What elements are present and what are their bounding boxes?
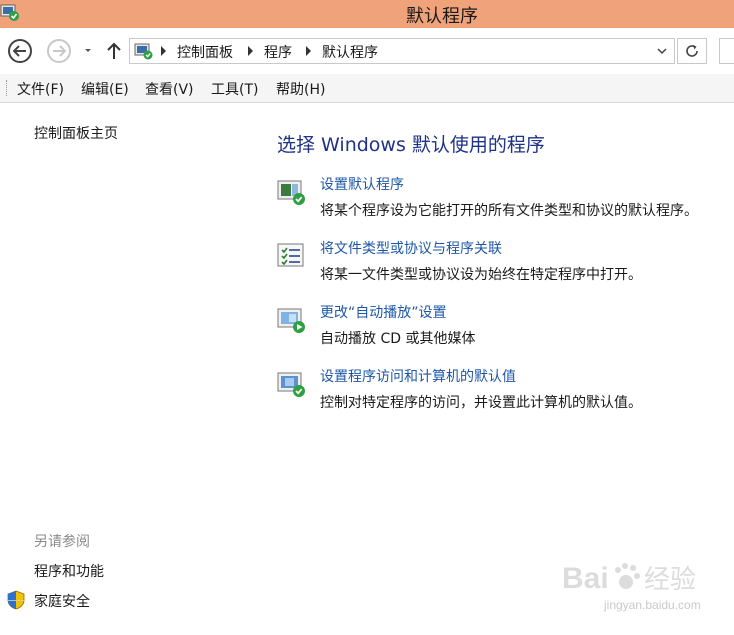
svg-text:Bai: Bai	[562, 562, 609, 595]
program-access-icon	[277, 372, 305, 397]
address-bar[interactable]: 控制面板 程序 默认程序	[129, 38, 675, 64]
baidu-watermark: Bai 经验 jingyan.baidu.com	[562, 556, 702, 622]
baidu-paw-logo: Bai 经验	[562, 562, 696, 595]
see-also-heading: 另请参阅	[34, 534, 90, 550]
back-button[interactable]	[8, 39, 32, 63]
breadcrumb-control-panel[interactable]: 控制面板	[177, 42, 233, 62]
program-access-defaults-link[interactable]: 设置程序访问和计算机的默认值	[320, 366, 516, 386]
menu-tools[interactable]: 工具(T)	[211, 79, 258, 99]
menu-file[interactable]: 文件(F)	[17, 79, 64, 99]
control-panel-home-link[interactable]: 控制面板主页	[34, 123, 118, 143]
page-title: 选择 Windows 默认使用的程序	[277, 134, 545, 156]
up-arrow-icon[interactable]	[106, 41, 122, 61]
forward-button[interactable]	[47, 39, 71, 63]
default-programs-icon	[277, 180, 305, 205]
set-default-programs-link[interactable]: 设置默认程序	[320, 174, 404, 194]
title-bar: 默认程序	[0, 0, 734, 28]
address-dropdown-chevron-icon[interactable]	[656, 45, 668, 57]
change-autoplay-settings-link[interactable]: 更改“自动播放”设置	[320, 302, 447, 322]
change-autoplay-settings-description: 自动播放 CD 或其他媒体	[320, 331, 476, 347]
menu-view[interactable]: 查看(V)	[145, 79, 194, 99]
associate-file-type-description: 将某一文件类型或协议设为始终在特定程序中打开。	[320, 267, 642, 283]
back-arrow-icon	[13, 45, 26, 57]
menu-grip	[6, 80, 9, 96]
task-autoplay: 更改“自动播放”设置 自动播放 CD 或其他媒体	[277, 302, 727, 358]
watermark-url: jingyan.baidu.com	[604, 598, 701, 612]
recent-locations-chevron-icon[interactable]	[82, 44, 94, 56]
family-safety-shield-icon	[7, 590, 25, 610]
control-panel-location-icon	[134, 43, 153, 60]
task-program-access: 设置程序访问和计算机的默认值 控制对特定程序的访问，并设置此计算机的默认值。	[277, 366, 727, 422]
task-set-default-programs: 设置默认程序 将某个程序设为它能打开的所有文件类型和协议的默认程序。	[277, 174, 727, 230]
svg-text:经验: 经验	[644, 565, 696, 595]
breadcrumb-separator-icon	[306, 46, 311, 56]
breadcrumb-separator-icon	[248, 46, 253, 56]
menu-help[interactable]: 帮助(H)	[276, 79, 325, 99]
task-file-association: 将文件类型或协议与程序关联 将某一文件类型或协议设为始终在特定程序中打开。	[277, 238, 727, 294]
forward-arrow-icon	[53, 45, 66, 57]
associate-file-type-link[interactable]: 将文件类型或协议与程序关联	[320, 238, 502, 258]
window-title: 默认程序	[406, 6, 478, 27]
set-default-programs-description: 将某个程序设为它能打开的所有文件类型和协议的默认程序。	[320, 203, 698, 219]
navigation-bar: 控制面板 程序 默认程序	[0, 28, 734, 74]
refresh-icon	[686, 45, 698, 57]
search-input[interactable]	[719, 38, 734, 64]
autoplay-icon	[277, 308, 305, 333]
file-association-icon	[277, 243, 304, 267]
breadcrumb-programs[interactable]: 程序	[264, 42, 292, 62]
program-access-defaults-description: 控制对特定程序的访问，并设置此计算机的默认值。	[320, 395, 642, 411]
programs-and-features-link[interactable]: 程序和功能	[34, 561, 104, 581]
breadcrumb-separator-icon	[161, 46, 166, 56]
family-safety-link[interactable]: 家庭安全	[34, 591, 90, 611]
menu-edit[interactable]: 编辑(E)	[81, 79, 129, 99]
breadcrumb-default-programs[interactable]: 默认程序	[322, 42, 378, 62]
menu-bar: 文件(F) 编辑(E) 查看(V) 工具(T) 帮助(H)	[0, 74, 734, 103]
refresh-button[interactable]	[677, 38, 707, 64]
